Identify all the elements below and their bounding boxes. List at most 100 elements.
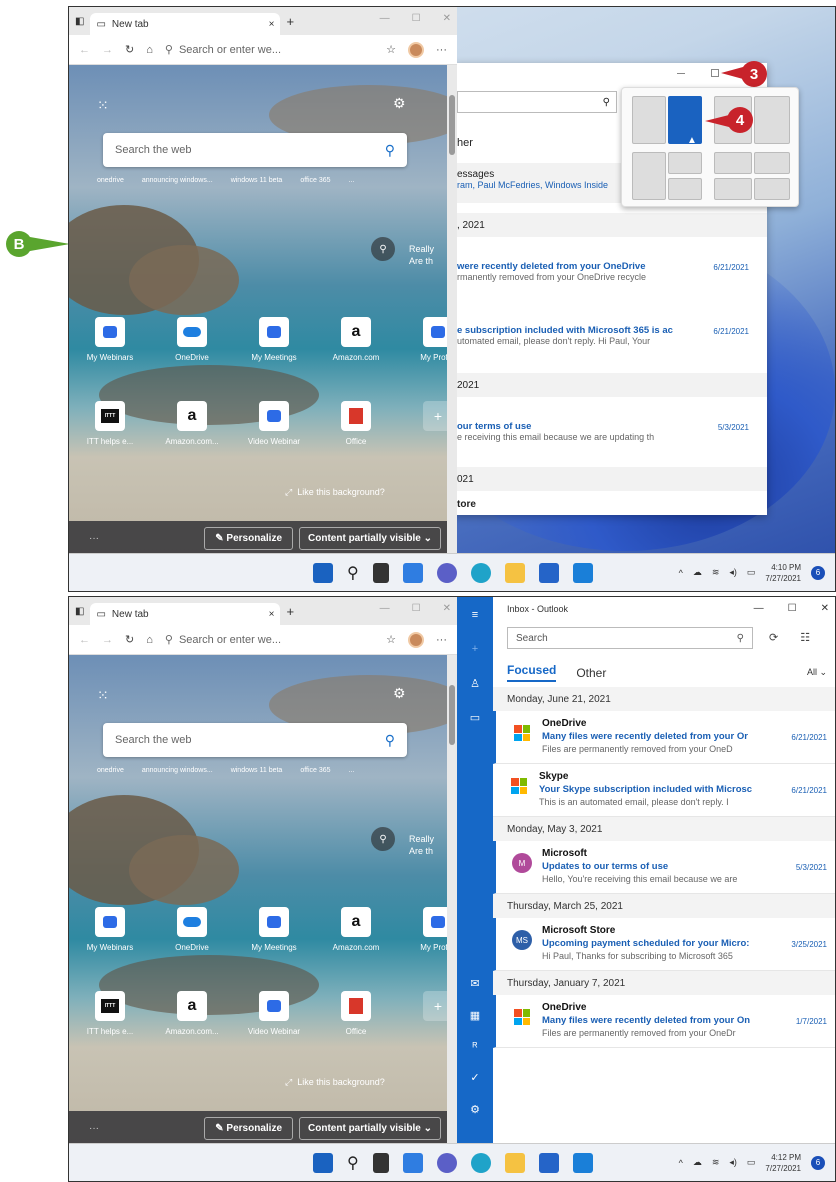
calendar-icon[interactable]: ▦	[457, 1009, 493, 1022]
tile-my-meetings[interactable]: My Meetings	[233, 317, 315, 362]
search-icon[interactable]: ⚲	[347, 563, 359, 583]
message-item[interactable]: OneDrive Many files were recently delete…	[493, 711, 835, 764]
tile-my-webinars[interactable]: My Webinars	[69, 317, 151, 362]
snap-zone[interactable]	[632, 152, 666, 200]
store-icon[interactable]	[538, 1152, 559, 1173]
maximize-icon[interactable]: ☐	[788, 603, 797, 614]
people-icon[interactable]: ♙	[457, 677, 493, 690]
mail-item[interactable]: were recently deleted from your OneDrive…	[453, 261, 767, 305]
folder-icon[interactable]: ▭	[457, 711, 493, 724]
visual-search-icon[interactable]: ⚲	[371, 827, 395, 851]
address-input[interactable]: ⚲ Search or enter we...	[165, 630, 374, 650]
chevron-up-icon[interactable]: ^	[679, 1158, 683, 1168]
notification-badge[interactable]: 6	[811, 1155, 825, 1170]
task-view-icon[interactable]	[372, 1152, 389, 1173]
new-tab-button[interactable]: +	[286, 604, 294, 619]
mail-icon[interactable]	[572, 562, 593, 583]
file-explorer-icon[interactable]	[504, 562, 525, 583]
widgets-icon[interactable]	[402, 562, 423, 583]
tab-new-tab[interactable]: ▭ New tab ×	[90, 603, 281, 625]
tile-video-webinar[interactable]: Video Webinar	[233, 401, 315, 446]
tile-video-webinar[interactable]: Video Webinar	[233, 991, 315, 1036]
tab-actions-icon[interactable]: ◧	[75, 16, 84, 27]
selection-mode-icon[interactable]: ☷	[800, 631, 810, 644]
message-item[interactable]: OneDrive Many files were recently delete…	[493, 995, 835, 1048]
quick-link[interactable]: announcing windows...	[142, 177, 213, 184]
quick-link[interactable]: ...	[349, 767, 355, 774]
close-icon[interactable]: ✕	[443, 13, 451, 24]
notification-badge[interactable]: 6	[811, 565, 825, 580]
quick-link[interactable]: onedrive	[97, 177, 124, 184]
quick-link[interactable]: windows 11 beta	[231, 767, 283, 774]
tile-office[interactable]: Office	[315, 401, 397, 446]
snap-zone[interactable]	[754, 152, 790, 174]
tile-my-webinars[interactable]: My Webinars	[69, 907, 151, 952]
edge-icon[interactable]	[470, 562, 491, 583]
task-view-icon[interactable]	[372, 562, 389, 583]
tile-amazon-2[interactable]: a Amazon.com...	[151, 991, 233, 1036]
mail-search-input[interactable]: Search ⚲	[507, 627, 753, 649]
mail-icon[interactable]	[572, 1152, 593, 1173]
sync-icon[interactable]: ⟳	[769, 631, 778, 644]
minimize-icon[interactable]: —	[754, 603, 764, 614]
search-icon[interactable]: ⚲	[347, 1153, 359, 1173]
like-background-link[interactable]: ⤢ Like this background?	[285, 1077, 385, 1088]
wifi-icon[interactable]: ≋	[712, 567, 720, 578]
message-item[interactable]: Skype Your Skype subscription included w…	[493, 764, 835, 817]
tile-onedrive[interactable]: OneDrive	[151, 317, 233, 362]
snap-zone[interactable]	[714, 152, 752, 174]
tab-other[interactable]: Other	[576, 666, 606, 680]
content-visibility-dropdown[interactable]: Content partially visible ⌄	[299, 526, 441, 550]
tile-amazon-2[interactable]: a Amazon.com...	[151, 401, 233, 446]
profile-avatar[interactable]	[408, 631, 424, 648]
chat-icon[interactable]	[436, 562, 457, 583]
onedrive-icon[interactable]: ☁	[693, 567, 702, 578]
mail-search-input[interactable]: ⚲	[457, 91, 617, 113]
web-search-input[interactable]: Search the web ⚲	[103, 723, 407, 757]
maximize-button[interactable]	[711, 69, 719, 77]
apps-grid-icon[interactable]: ⁙	[97, 97, 109, 114]
home-icon[interactable]: ⌂	[146, 634, 153, 646]
battery-icon[interactable]: ▭	[747, 567, 756, 578]
onedrive-icon[interactable]: ☁	[693, 1157, 702, 1168]
refresh-icon[interactable]: ↻	[125, 43, 134, 56]
like-background-link[interactable]: ⤢ Like this background?	[285, 487, 385, 498]
news-teaser[interactable]: Really Are th	[409, 833, 434, 857]
todo-icon[interactable]: ✓	[457, 1071, 493, 1084]
close-icon[interactable]: ✕	[821, 603, 829, 614]
minimize-icon[interactable]: —	[380, 603, 390, 614]
quick-link[interactable]: office 365	[300, 767, 330, 774]
chat-icon[interactable]	[436, 1152, 457, 1173]
content-visibility-dropdown[interactable]: Content partially visible ⌄	[299, 1116, 441, 1140]
tab-new-tab[interactable]: ▭ New tab ×	[90, 13, 281, 35]
mail-item[interactable]: e subscription included with Microsoft 3…	[453, 325, 767, 369]
more-icon[interactable]: ···	[436, 634, 447, 646]
tile-office[interactable]: Office	[315, 991, 397, 1036]
new-tab-button[interactable]: +	[286, 14, 294, 29]
mail-nav-icon[interactable]: ✉	[457, 977, 493, 990]
minimize-icon[interactable]: —	[380, 13, 390, 24]
start-icon[interactable]	[313, 1152, 333, 1173]
scrollbar[interactable]	[447, 655, 457, 1145]
snap-zone[interactable]	[714, 178, 752, 200]
mail-item[interactable]: our terms of use e receiving this email …	[453, 421, 767, 465]
snap-zone[interactable]	[668, 152, 702, 174]
more-icon[interactable]: ···	[436, 44, 447, 56]
file-explorer-icon[interactable]	[504, 1152, 525, 1173]
more-dots[interactable]: ···	[89, 1123, 99, 1134]
snap-zone[interactable]	[754, 178, 790, 200]
settings-icon[interactable]: ⚙	[457, 1103, 493, 1116]
favorites-icon[interactable]: ☆	[386, 43, 396, 56]
snap-zone[interactable]	[668, 178, 702, 200]
chevron-up-icon[interactable]: ^	[679, 568, 683, 578]
personalize-button[interactable]: ✎ Personalize	[204, 1116, 294, 1140]
home-icon[interactable]: ⌂	[146, 44, 153, 56]
forward-icon[interactable]: →	[102, 634, 113, 646]
edge-icon[interactable]	[470, 1152, 491, 1173]
tile-onedrive[interactable]: OneDrive	[151, 907, 233, 952]
quick-link[interactable]: office 365	[300, 177, 330, 184]
web-search-input[interactable]: Search the web ⚲	[103, 133, 407, 167]
more-dots[interactable]: ···	[89, 533, 99, 544]
store-icon[interactable]	[538, 562, 559, 583]
widgets-icon[interactable]	[402, 1152, 423, 1173]
